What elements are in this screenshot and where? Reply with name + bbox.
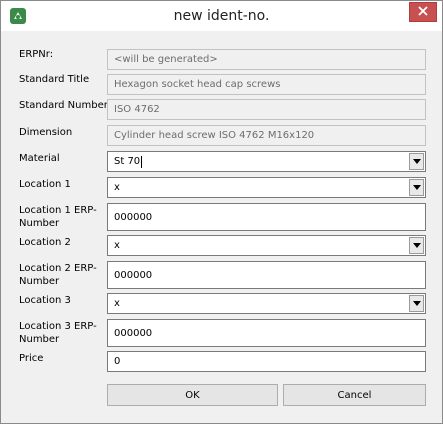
location2-erp-label-line1: Location 2 ERP-: [19, 263, 97, 274]
location3-erp-label-line2: Number: [19, 334, 60, 345]
ok-button[interactable]: OK: [107, 384, 278, 406]
material-value[interactable]: St 70: [114, 156, 140, 167]
erpnr-field: <will be generated>: [107, 49, 426, 70]
text-caret: [141, 155, 143, 168]
location1-erp-input[interactable]: 000000: [107, 203, 426, 231]
location3-erp-label: Location 3 ERP- Number: [19, 320, 109, 346]
location2-erp-label: Location 2 ERP- Number: [19, 262, 109, 288]
chevron-down-icon[interactable]: [409, 153, 424, 170]
title-bar[interactable]: new ident-no.: [1, 1, 442, 31]
location1-value: x: [114, 182, 120, 193]
location3-combo[interactable]: x: [107, 293, 426, 314]
location1-label: Location 1: [19, 179, 71, 190]
price-input[interactable]: 0: [107, 351, 426, 372]
chevron-down-icon[interactable]: [409, 179, 424, 196]
location2-erp-label-line2: Number: [19, 276, 60, 287]
location2-combo[interactable]: x: [107, 235, 426, 256]
location1-combo[interactable]: x: [107, 177, 426, 198]
location3-value: x: [114, 298, 120, 309]
close-icon: [418, 5, 428, 19]
location1-erp-label-line2: Number: [19, 218, 60, 229]
location3-erp-label-line1: Location 3 ERP-: [19, 321, 97, 332]
dimension-field: Cylinder head screw ISO 4762 M16x120: [107, 125, 426, 146]
location1-erp-label: Location 1 ERP- Number: [19, 204, 109, 230]
standard-number-label: Standard Number: [19, 100, 108, 111]
standard-title-field: Hexagon socket head cap screws: [107, 74, 426, 95]
standard-number-field: ISO 4762: [107, 99, 426, 120]
location3-label: Location 3: [19, 295, 71, 306]
location2-value: x: [114, 240, 120, 251]
standard-title-label: Standard Title: [19, 74, 90, 85]
dialog-window: new ident-no. ERPNr: <will be generated>…: [0, 0, 443, 424]
material-combo[interactable]: St 70: [107, 151, 426, 172]
dimension-label: Dimension: [19, 127, 73, 138]
location1-erp-label-line1: Location 1 ERP-: [19, 205, 97, 216]
dialog-content: ERPNr: <will be generated> Standard Titl…: [7, 32, 436, 419]
cancel-button[interactable]: Cancel: [283, 384, 426, 406]
close-button[interactable]: [409, 2, 437, 22]
window-title: new ident-no.: [173, 8, 270, 24]
erpnr-label: ERPNr:: [19, 49, 54, 60]
price-label: Price: [19, 353, 44, 364]
material-label: Material: [19, 153, 60, 164]
chevron-down-icon[interactable]: [409, 295, 424, 312]
location2-erp-input[interactable]: 000000: [107, 261, 426, 289]
chevron-down-icon[interactable]: [409, 237, 424, 254]
location2-label: Location 2: [19, 237, 71, 248]
location3-erp-input[interactable]: 000000: [107, 319, 426, 347]
